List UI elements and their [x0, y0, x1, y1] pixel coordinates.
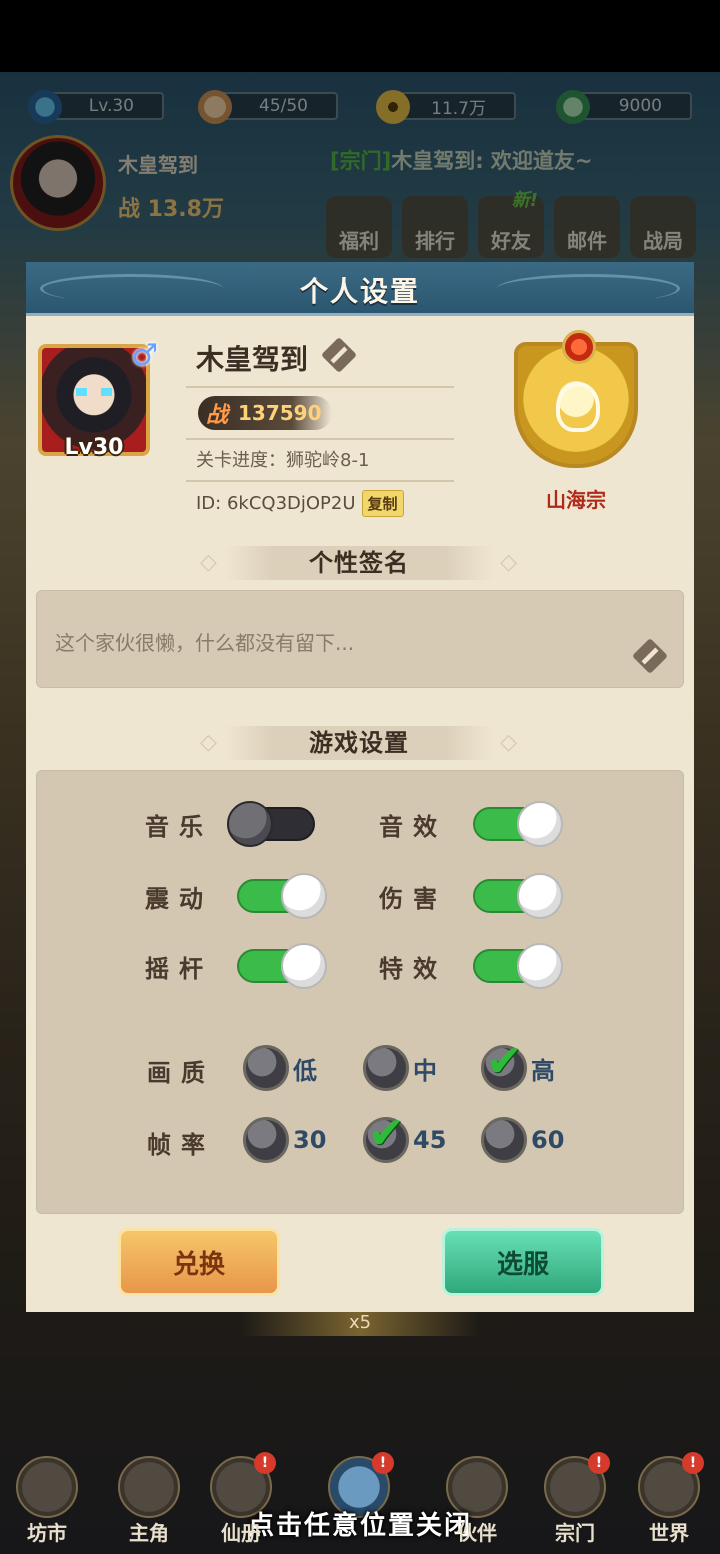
modal-body: ♂ Lv30 木皇驾到 战 137590 关卡进度：狮驼岭8-1 ID: 6kC…: [26, 316, 694, 1312]
nav-immortal-book-label: 仙册: [221, 1521, 261, 1545]
framerate-45-label: 45: [413, 1126, 447, 1154]
power-label: 战: [206, 403, 229, 428]
vibration-label: 震动: [145, 885, 213, 913]
signature-placeholder: 这个家伙很懒，什么都没有留下...: [55, 631, 355, 655]
damage-label: 伤害: [379, 885, 447, 913]
radio-button: [481, 1117, 527, 1163]
stage-progress: 关卡进度：狮驼岭8-1: [196, 450, 370, 471]
quality-label: 画质: [147, 1059, 215, 1087]
signature-field[interactable]: 这个家伙很懒，什么都没有留下...: [36, 590, 684, 688]
divider: [186, 386, 454, 388]
toggle-knob: [517, 801, 563, 847]
framerate-60-label: 60: [531, 1126, 565, 1154]
copy-id-button[interactable]: 复制: [361, 490, 404, 517]
modal-title: 个人设置: [299, 275, 420, 308]
profile-name: 木皇驾到: [196, 343, 309, 376]
shield-emblem-icon: [514, 330, 638, 468]
personal-settings-modal: 个人设置 ♂ Lv30 木皇驾到 战 137590 关卡进度：狮驼岭8-1 ID…: [26, 262, 694, 1312]
sect-name: 山海宗: [546, 488, 606, 512]
vibration-toggle[interactable]: [237, 873, 327, 919]
nav-market-label: 坊市: [27, 1521, 67, 1545]
sect-emblem[interactable]: 山海宗: [496, 324, 656, 512]
framerate-60-option[interactable]: 60: [481, 1117, 564, 1163]
select-server-button[interactable]: 选服: [442, 1228, 604, 1296]
modal-header: 个人设置: [26, 262, 694, 316]
avatar-level: Lv30: [64, 435, 124, 460]
toggle-knob: [281, 873, 327, 919]
divider: [186, 438, 454, 440]
nav-partner-label: 伙伴: [457, 1521, 497, 1545]
radio-button: [363, 1045, 409, 1091]
joystick-toggle[interactable]: [237, 943, 327, 989]
framerate-30-option[interactable]: 30: [243, 1117, 326, 1163]
power-value: 137590: [238, 401, 322, 425]
checkmark-icon: ✔: [368, 1108, 405, 1159]
joystick-label: 摇杆: [145, 955, 213, 983]
toggle-knob: [227, 801, 273, 847]
notification-badge: !: [372, 1452, 394, 1474]
player-id: ID: 6kCQ3DjOP2U: [196, 493, 356, 514]
special-effect-label: 特效: [379, 955, 447, 983]
framerate-45-option[interactable]: ✔ 45: [363, 1108, 447, 1163]
nav-hero-label: 主角: [129, 1521, 169, 1545]
special-effect-toggle[interactable]: [473, 943, 563, 989]
nav-sect-label: 宗门: [555, 1521, 595, 1545]
quality-high-label: 高: [531, 1056, 555, 1085]
radio-button: ✔: [363, 1108, 409, 1163]
flame-icon: [556, 382, 600, 432]
sound-effect-toggle[interactable]: [473, 801, 563, 847]
signature-heading: 个性签名: [200, 546, 518, 580]
framerate-label: 帧率: [147, 1131, 215, 1159]
male-icon: ♂: [131, 338, 158, 373]
checkmark-icon: ✔: [486, 1036, 523, 1087]
reward-bar: x5: [240, 1310, 480, 1336]
damage-toggle[interactable]: [473, 873, 563, 919]
quality-mid-option[interactable]: 中: [363, 1045, 437, 1091]
redeem-button[interactable]: 兑换: [118, 1228, 280, 1296]
notification-badge: !: [254, 1452, 276, 1474]
toggle-knob: [281, 943, 327, 989]
settings-panel: 音乐 音效 震动 伤害 摇杆 特效 画质 低 中 ✔ 高 帧率 30 ✔ 45 …: [36, 770, 684, 1214]
notification-badge: !: [588, 1452, 610, 1474]
radio-button: ✔: [481, 1036, 527, 1091]
profile-avatar[interactable]: ♂ Lv30: [32, 338, 158, 460]
edit-name-icon[interactable]: [320, 336, 358, 374]
sound-effect-label: 音效: [379, 813, 447, 841]
quality-mid-label: 中: [413, 1056, 437, 1085]
radio-button: [243, 1117, 289, 1163]
nav-world-label: 世界: [649, 1521, 689, 1545]
framerate-30-label: 30: [293, 1126, 327, 1154]
notification-badge: !: [682, 1452, 704, 1474]
close-hint: 点击任意位置关闭: [247, 1511, 472, 1541]
edit-signature-icon[interactable]: [631, 637, 669, 675]
game-settings-heading: 游戏设置: [200, 726, 518, 760]
quality-high-option[interactable]: ✔ 高: [481, 1036, 555, 1091]
quality-low-label: 低: [293, 1056, 317, 1085]
player-id-row: ID: 6kCQ3DjOP2U 复制: [196, 490, 404, 517]
music-label: 音乐: [145, 813, 213, 841]
music-toggle[interactable]: [227, 801, 315, 847]
toggle-knob: [517, 943, 563, 989]
toggle-knob: [517, 873, 563, 919]
divider: [186, 480, 454, 482]
avatar-eyes: [76, 388, 112, 396]
radio-button: [243, 1045, 289, 1091]
quality-low-option[interactable]: 低: [243, 1045, 317, 1091]
power-badge: 战 137590: [198, 396, 332, 430]
